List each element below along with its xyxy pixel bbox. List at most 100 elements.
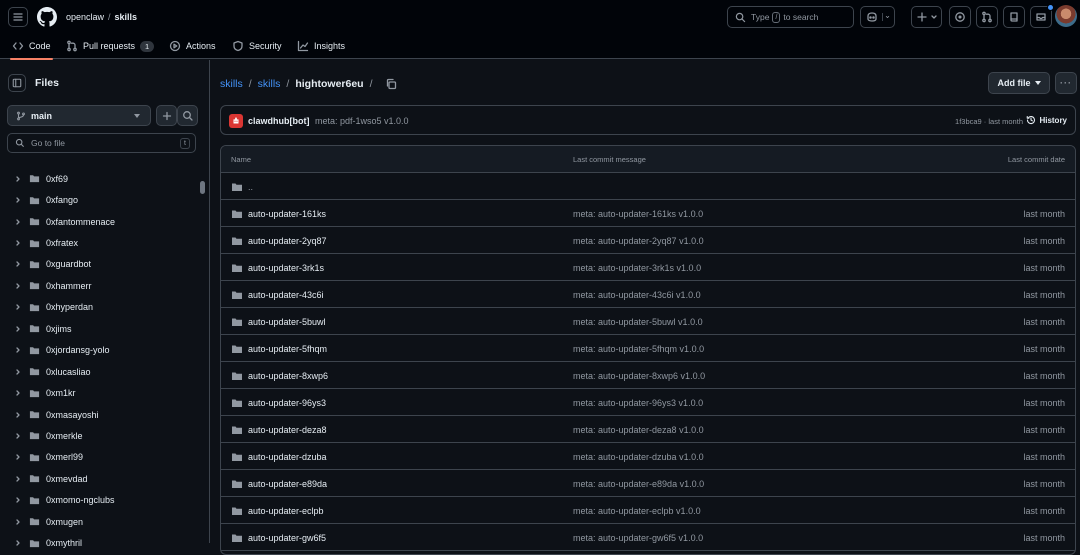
tab-security[interactable]: Security xyxy=(232,40,282,52)
folder-name-link[interactable]: auto-updater-96ys3 xyxy=(248,398,326,408)
breadcrumb-dir-link[interactable]: skills xyxy=(258,78,281,90)
table-row[interactable]: auto-updater-dzuba meta: auto-updater-dzu… xyxy=(221,443,1075,470)
parent-directory-link[interactable]: .. xyxy=(248,182,253,192)
create-new-button[interactable] xyxy=(911,6,942,28)
table-row[interactable]: auto-updater-5buwl meta: auto-updater-5bu… xyxy=(221,308,1075,335)
collapse-sidebar-button[interactable] xyxy=(8,74,26,92)
add-file-dropdown[interactable]: Add file xyxy=(988,72,1050,94)
commit-message-link[interactable]: meta: auto-updater-5buwl v1.0.0 xyxy=(573,317,703,327)
copilot-button[interactable] xyxy=(860,6,895,28)
issues-button[interactable] xyxy=(949,6,971,28)
tree-item[interactable]: 0xfratex xyxy=(0,232,196,253)
table-row[interactable]: auto-updater-8xwp6 meta: auto-updater-8xw… xyxy=(221,362,1075,389)
folder-name-link[interactable]: auto-updater-3rk1s xyxy=(248,263,324,273)
table-row[interactable]: auto-updater-e89da meta: auto-updater-e89… xyxy=(221,470,1075,497)
more-options-button[interactable]: ··· xyxy=(1055,72,1077,94)
tree-item[interactable]: 0xjordansg-yolo xyxy=(0,340,196,361)
tree-item[interactable]: 0xjims xyxy=(0,318,196,339)
folder-name-link[interactable]: auto-updater-e89da xyxy=(248,479,327,489)
commit-message-link[interactable]: meta: auto-updater-161ks v1.0.0 xyxy=(573,209,703,219)
tree-item[interactable]: 0xmevdad xyxy=(0,468,196,489)
tree-item[interactable]: 0xfantommenace xyxy=(0,211,196,232)
tab-actions[interactable]: Actions xyxy=(169,40,216,52)
notifications-button[interactable] xyxy=(1030,4,1054,28)
commit-author[interactable]: clawdhub[bot] xyxy=(248,116,310,126)
table-row[interactable]: auto-updater-43c6i meta: auto-updater-43c… xyxy=(221,281,1075,308)
commit-date: last month xyxy=(1023,425,1065,435)
file-tree: 0xf69 0xfango 0xfantommenace 0xfratex 0xguar… xyxy=(0,168,196,554)
commit-message-link[interactable]: meta: auto-updater-96ys3 v1.0.0 xyxy=(573,398,703,408)
sidebar-scrollbar[interactable] xyxy=(198,163,208,543)
commit-message-link[interactable]: meta: auto-updater-dzuba v1.0.0 xyxy=(573,452,704,462)
tree-item[interactable]: 0xlucasliao xyxy=(0,361,196,382)
parent-directory-row[interactable]: .. xyxy=(221,173,1075,200)
scrollbar-thumb[interactable] xyxy=(200,181,205,194)
tab-insights[interactable]: Insights xyxy=(297,40,345,52)
folder-name-link[interactable]: auto-updater-43c6i xyxy=(248,290,324,300)
folder-name-link[interactable]: auto-updater-5buwl xyxy=(248,317,326,327)
commit-message-link[interactable]: meta: auto-updater-43c6i v1.0.0 xyxy=(573,290,701,300)
folder-name-link[interactable]: auto-updater-gw6f5 xyxy=(248,533,326,543)
tree-item[interactable]: 0xmomo-ngclubs xyxy=(0,490,196,511)
table-row[interactable]: auto-updater-gw6f5 meta: auto-updater-gw6… xyxy=(221,524,1075,551)
pull-requests-button[interactable] xyxy=(976,6,998,28)
add-file-button[interactable] xyxy=(156,105,177,126)
tab-code[interactable]: Code xyxy=(10,40,53,60)
repo-link[interactable]: skills xyxy=(115,12,138,22)
folder-name-link[interactable]: auto-updater-eclpb xyxy=(248,506,324,516)
folder-name-link[interactable]: auto-updater-8xwp6 xyxy=(248,371,328,381)
avatar[interactable] xyxy=(1055,5,1077,27)
tree-item-label: 0xmythril xyxy=(46,538,83,549)
commit-message-link[interactable]: meta: auto-updater-5fhqm v1.0.0 xyxy=(573,344,704,354)
commit-message-link[interactable]: meta: auto-updater-3rk1s v1.0.0 xyxy=(573,263,701,273)
table-row[interactable]: auto-updater-3rk1s meta: auto-updater-3rk… xyxy=(221,254,1075,281)
tree-item[interactable]: 0xhyperdan xyxy=(0,297,196,318)
tree-item[interactable]: 0xmerl99 xyxy=(0,447,196,468)
breadcrumb-separator: / xyxy=(108,12,111,22)
tree-item[interactable]: 0xmasayoshi xyxy=(0,404,196,425)
table-row[interactable]: auto-updater-5fhqm meta: auto-updater-5fh… xyxy=(221,335,1075,362)
copy-path-icon[interactable] xyxy=(385,78,397,90)
history-button[interactable]: History xyxy=(1026,115,1067,125)
tab-pull-requests[interactable]: Pull requests 1 xyxy=(66,40,155,52)
commit-message-link[interactable]: meta: auto-updater-e89da v1.0.0 xyxy=(573,479,704,489)
tree-item[interactable]: 0xmythril xyxy=(0,532,196,553)
table-row[interactable]: auto-updater-deza8 meta: auto-updater-dez… xyxy=(221,416,1075,443)
folder-name-link[interactable]: auto-updater-2yq87 xyxy=(248,236,327,246)
table-row[interactable]: auto-updater-2yq87 meta: auto-updater-2yq… xyxy=(221,227,1075,254)
commit-date: last month xyxy=(1023,533,1065,543)
commit-message-link[interactable]: meta: auto-updater-gw6f5 v1.0.0 xyxy=(573,533,703,543)
menu-button[interactable] xyxy=(8,7,28,27)
chevron-right-icon xyxy=(16,218,20,225)
go-to-file-input[interactable]: Go to file t xyxy=(7,133,196,153)
folder-name-link[interactable]: auto-updater-deza8 xyxy=(248,425,327,435)
tree-item[interactable]: 0xf69 xyxy=(0,168,196,189)
org-link[interactable]: openclaw xyxy=(66,12,104,22)
search-input[interactable]: Type / to search xyxy=(727,6,854,28)
table-row[interactable]: auto-updater-eclpb meta: auto-updater-ecl… xyxy=(221,497,1075,524)
tree-item[interactable]: 0xmugen xyxy=(0,511,196,532)
commit-date: last month xyxy=(1023,236,1065,246)
repositories-button[interactable] xyxy=(1003,6,1025,28)
breadcrumb-root-link[interactable]: skills xyxy=(220,78,243,90)
folder-name-link[interactable]: auto-updater-161ks xyxy=(248,209,326,219)
folder-name-link[interactable]: auto-updater-dzuba xyxy=(248,452,327,462)
tree-item[interactable]: 0xm1kr xyxy=(0,382,196,403)
tree-item[interactable]: 0xmerkle xyxy=(0,425,196,446)
commit-message-link[interactable]: meta: auto-updater-8xwp6 v1.0.0 xyxy=(573,371,705,381)
bot-avatar[interactable] xyxy=(229,114,243,128)
tree-item[interactable]: 0xfango xyxy=(0,189,196,210)
search-files-button[interactable] xyxy=(177,105,198,126)
commit-message[interactable]: meta: pdf-1wso5 v1.0.0 xyxy=(315,116,409,126)
commit-message-link[interactable]: meta: auto-updater-eclpb v1.0.0 xyxy=(573,506,701,516)
tree-item[interactable]: 0xguardbot xyxy=(0,254,196,275)
table-row[interactable]: auto-updater-161ks meta: auto-updater-161… xyxy=(221,200,1075,227)
branch-selector[interactable]: main xyxy=(7,105,151,126)
github-logo-icon[interactable] xyxy=(37,7,57,27)
commit-message-link[interactable]: meta: auto-updater-deza8 v1.0.0 xyxy=(573,425,704,435)
folder-name-link[interactable]: auto-updater-5fhqm xyxy=(248,344,327,354)
commit-message-link[interactable]: meta: auto-updater-2yq87 v1.0.0 xyxy=(573,236,704,246)
commit-sha-time[interactable]: 1f3bca9 · last month xyxy=(955,117,1023,126)
tree-item[interactable]: 0xhammerr xyxy=(0,275,196,296)
table-row[interactable]: auto-updater-96ys3 meta: auto-updater-96y… xyxy=(221,389,1075,416)
